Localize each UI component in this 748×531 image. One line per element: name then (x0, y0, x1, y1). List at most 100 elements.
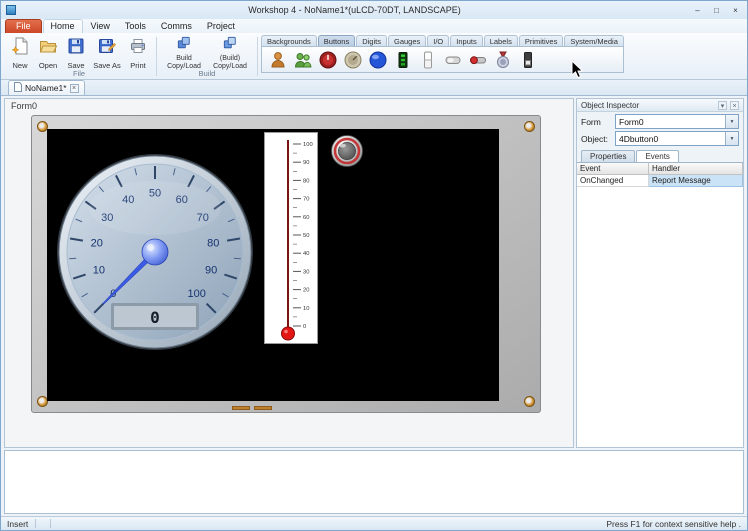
rotary-switch-icon[interactable] (342, 49, 364, 71)
save-as-button[interactable]: Save As (90, 35, 124, 70)
build-alt-icon (223, 36, 237, 55)
ribbon-group-file: New Open Save Save As Print File (3, 34, 155, 79)
new-button[interactable]: New (6, 35, 34, 70)
menu-tab-home[interactable]: Home (43, 19, 83, 33)
gauge-value-readout: 0 (150, 308, 160, 327)
menu-tab-file[interactable]: File (5, 19, 42, 33)
menu-tab-project[interactable]: Project (200, 20, 242, 33)
object-selector-value: 4Dbutton0 (619, 134, 658, 144)
design-panel: Form0 (4, 98, 574, 448)
ribbon-separator (257, 37, 258, 76)
lcd-module: 0102030405060708090100 0 (31, 115, 541, 413)
svg-text:50: 50 (303, 233, 309, 239)
widget-tab-digits[interactable]: Digits (356, 35, 387, 46)
object-selector-dropdown[interactable]: 4Dbutton0 ▼ (615, 131, 739, 146)
object-inspector-header: Object Inspector ▾ × (577, 99, 743, 112)
status-insert-mode: Insert (7, 519, 28, 529)
matrix-button-icon[interactable] (392, 49, 414, 71)
svg-text:20: 20 (91, 237, 103, 249)
event-name-cell[interactable]: OnChanged (577, 175, 649, 187)
widget-tab-labels[interactable]: Labels (484, 35, 518, 46)
svg-text:90: 90 (303, 160, 309, 166)
app-icon (6, 5, 16, 15)
print-button[interactable]: Print (124, 35, 152, 70)
widget-tab-buttons[interactable]: Buttons (318, 35, 355, 46)
document-page-icon (14, 82, 22, 94)
tab-events[interactable]: Events (636, 150, 678, 162)
minimize-button[interactable]: – (689, 4, 706, 17)
output-panel (4, 450, 744, 514)
status-bar: Insert Press F1 for context sensitive he… (1, 516, 747, 530)
user-button-icon[interactable] (292, 49, 314, 71)
svg-text:30: 30 (303, 269, 309, 275)
widget-tab-backgrounds[interactable]: Backgrounds (261, 35, 317, 46)
widget-tab-primitives[interactable]: Primitives (519, 35, 564, 46)
maximize-button[interactable]: □ (708, 4, 725, 17)
ribbon: New Open Save Save As Print File (1, 33, 747, 80)
build-only-copy-load-button[interactable]: (Build) Copy/Load (207, 35, 253, 71)
svg-text:100: 100 (188, 288, 206, 300)
document-tab-label: NoName1* (25, 83, 67, 93)
events-grid: Event Handler OnChanged Report Message (577, 163, 743, 447)
handler-column-header: Handler (649, 163, 743, 175)
form-label: Form0 (11, 101, 37, 111)
form-selector-label: Form (581, 117, 611, 127)
tab-properties[interactable]: Properties (581, 150, 635, 162)
svg-text:100: 100 (303, 142, 313, 148)
panel-close-icon[interactable]: × (730, 101, 739, 110)
window-title: Workshop 4 - NoName1*(uLCD-70DT, LANDSCA… (20, 5, 689, 15)
gauge-widget[interactable]: 0102030405060708090100 0 (55, 152, 255, 352)
form-selector-dropdown[interactable]: Form0 ▼ (615, 114, 739, 129)
menubar: File Home View Tools Comms Project (1, 19, 747, 33)
chevron-down-icon[interactable]: ▼ (725, 132, 738, 145)
open-folder-icon (38, 36, 58, 61)
widget-tab-inputs[interactable]: Inputs (450, 35, 482, 46)
push-button-icon[interactable] (442, 49, 464, 71)
menu-tab-view[interactable]: View (84, 20, 117, 33)
rocker-switch-icon[interactable] (417, 49, 439, 71)
led-button-icon[interactable] (367, 49, 389, 71)
toggle-switch-icon[interactable] (467, 49, 489, 71)
object-selector-row: Object: 4Dbutton0 ▼ (577, 129, 743, 146)
event-handler-cell[interactable]: Report Message (649, 175, 743, 187)
events-grid-header: Event Handler (577, 163, 743, 175)
menu-tab-comms[interactable]: Comms (154, 20, 199, 33)
pin-icon[interactable]: ▾ (718, 101, 727, 110)
widget-tab-system-media[interactable]: System/Media (564, 35, 624, 46)
menu-tab-tools[interactable]: Tools (118, 20, 153, 33)
widget-tab-gauges[interactable]: Gauges (388, 35, 426, 46)
new-file-icon (10, 36, 30, 61)
object-inspector-title: Object Inspector (581, 101, 639, 110)
thermometer-widget[interactable]: 1009080706050403020100 (264, 132, 318, 344)
knob-icon[interactable] (317, 49, 339, 71)
ribbon-separator (156, 37, 157, 76)
svg-text:0: 0 (303, 324, 306, 330)
animated-button-icon[interactable] (267, 49, 289, 71)
chevron-down-icon[interactable]: ▼ (725, 115, 738, 128)
mount-hole-icon (524, 396, 535, 407)
slide-switch-icon[interactable] (517, 49, 539, 71)
printer-icon (128, 36, 148, 61)
document-tab[interactable]: NoName1* × (8, 80, 85, 95)
widget-category-tabs: Backgrounds Buttons Digits Gauges I/O In… (261, 35, 624, 46)
mouse-cursor (571, 61, 583, 79)
close-button[interactable]: × (727, 4, 744, 17)
build-copy-load-button[interactable]: Build Copy/Load (161, 35, 207, 71)
open-button[interactable]: Open (34, 35, 62, 70)
inspector-tabs: Properties Events (577, 146, 743, 163)
mount-hole-icon (524, 121, 535, 132)
app-window: Workshop 4 - NoName1*(uLCD-70DT, LANDSCA… (0, 0, 748, 531)
svg-text:10: 10 (303, 306, 309, 312)
file-group-label: File (3, 69, 155, 78)
medal-button-icon[interactable] (492, 49, 514, 71)
status-separator (50, 519, 51, 528)
document-tab-close-icon[interactable]: × (70, 84, 79, 93)
ribbon-group-build: Build Copy/Load (Build) Copy/Load Build (158, 34, 256, 79)
widget-tab-io[interactable]: I/O (427, 35, 449, 46)
form-selector-value: Form0 (619, 117, 644, 127)
led-button-widget[interactable] (330, 134, 364, 168)
form-design-surface[interactable]: 0102030405060708090100 0 (47, 129, 499, 401)
build-group-label: Build (158, 69, 256, 78)
save-button[interactable]: Save (62, 35, 90, 70)
event-row: OnChanged Report Message (577, 175, 743, 187)
